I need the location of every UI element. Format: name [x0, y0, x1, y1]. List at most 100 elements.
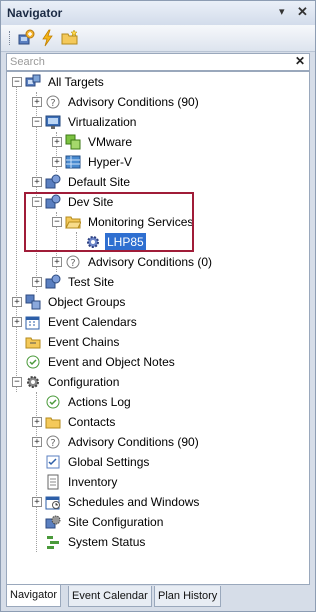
expand-toggle[interactable]: + [32, 437, 42, 447]
tree-item-schedules-windows[interactable]: + Schedules and Windows [7, 492, 307, 512]
tree-item-label: Site Configuration [68, 515, 164, 529]
tree-item-contacts[interactable]: + Contacts [7, 412, 307, 432]
schedule-icon [45, 496, 60, 510]
expand-toggle[interactable]: + [52, 137, 62, 147]
tree-item-monitoring-services[interactable]: − Monitoring Services [7, 212, 307, 232]
pin-icon[interactable]: ▾ [279, 5, 285, 18]
site-configuration-icon [45, 515, 61, 529]
expand-toggle[interactable]: + [52, 157, 62, 167]
folder-open-icon [65, 216, 81, 229]
folder-new-icon[interactable] [61, 29, 79, 47]
tree-item-advisory-conditions[interactable]: + ? Advisory Conditions (90) [7, 92, 307, 112]
navigator-panel: Navigator ▾ ✕ ✕ − [0, 0, 316, 612]
tree-item-event-calendars[interactable]: + Event Calendars [7, 312, 307, 332]
tree-item-label: Event Chains [48, 335, 120, 349]
collapse-toggle[interactable]: − [52, 217, 62, 227]
tree-item-label: Advisory Conditions (90) [68, 435, 199, 449]
site-icon [45, 274, 61, 289]
tree-item-label: Global Settings [68, 455, 150, 469]
tree-item-label: Actions Log [68, 395, 131, 409]
expand-toggle[interactable]: + [12, 297, 22, 307]
tree-item-advisory-conditions-dev[interactable]: + ? Advisory Conditions (0) [7, 252, 307, 272]
panel-title: Navigator [7, 6, 63, 20]
notes-icon [26, 355, 40, 369]
tree-item-inventory[interactable]: Inventory [7, 472, 307, 492]
collapse-toggle[interactable]: − [32, 197, 42, 207]
tree-item-all-targets[interactable]: − All Targets [7, 72, 307, 92]
tree-item-event-chains[interactable]: Event Chains [7, 332, 307, 352]
hyperv-icon [65, 155, 81, 169]
expand-toggle[interactable]: + [32, 177, 42, 187]
expand-toggle[interactable]: + [12, 317, 22, 327]
expand-toggle[interactable]: + [32, 497, 42, 507]
vmware-icon [65, 134, 81, 150]
targets-icon [25, 74, 41, 87]
tree-item-label: Virtualization [68, 115, 137, 129]
tree-item-label: Hyper-V [88, 155, 133, 169]
tab-plan-history[interactable]: Plan History [154, 586, 222, 607]
tree-item-dev-site[interactable]: − Dev Site [7, 192, 307, 212]
navigator-tree: − All Targets + ? Advisory Conditions (9… [6, 71, 310, 585]
tree-item-vmware[interactable]: + VMware [7, 132, 307, 152]
tree-item-label: Schedules and Windows [68, 495, 200, 509]
collapse-toggle[interactable]: − [12, 77, 22, 87]
tree-item-label: VMware [88, 135, 133, 149]
advisory-icon: ? [46, 435, 60, 449]
tree-item-label: System Status [68, 535, 146, 549]
svg-text:?: ? [50, 438, 55, 449]
tree-item-test-site[interactable]: + Test Site [7, 272, 307, 292]
tree-item-label: Default Site [68, 175, 131, 189]
tree-item-configuration[interactable]: − Configuration [7, 372, 307, 392]
tree-item-hyperv[interactable]: + Hyper-V [7, 152, 307, 172]
tree-item-virtualization[interactable]: − Virtualization [7, 112, 307, 132]
collapse-toggle[interactable]: − [12, 377, 22, 387]
event-chains-icon [25, 337, 41, 349]
tree-item-label: Contacts [68, 415, 116, 429]
clear-x-icon[interactable]: ✕ [295, 54, 305, 68]
close-icon[interactable]: ✕ [297, 4, 308, 20]
advisory-icon: ? [46, 95, 60, 109]
search-box: ✕ [6, 53, 310, 71]
expand-toggle[interactable]: + [52, 257, 62, 267]
tree-item-default-site[interactable]: + Default Site [7, 172, 307, 192]
tree-item-object-groups[interactable]: + Object Groups [7, 292, 307, 312]
svg-text:?: ? [70, 258, 75, 269]
tree-item-global-settings[interactable]: Global Settings [7, 452, 307, 472]
expand-toggle[interactable]: + [32, 417, 42, 427]
tree-item-label: Configuration [48, 375, 120, 389]
tab-event-calendar[interactable]: Event Calendar [68, 586, 152, 607]
tree-item-site-configuration[interactable]: Site Configuration [7, 512, 307, 532]
tree-item-system-status[interactable]: System Status [7, 532, 307, 552]
site-icon [45, 174, 61, 189]
toolbar-grip [9, 31, 12, 45]
tree-item-label: Dev Site [68, 195, 114, 209]
tree-item-label: Test Site [68, 275, 115, 289]
monitor-icon [45, 115, 61, 129]
calendar-icon [25, 316, 40, 330]
lightning-icon[interactable] [39, 29, 57, 47]
tree-item-label: Event Calendars [48, 315, 137, 329]
gear-icon [87, 236, 99, 248]
tree-item-label-selected: LHP85 [105, 233, 146, 251]
tree-item-label: Object Groups [48, 295, 126, 309]
site-icon [45, 194, 61, 209]
system-status-icon [47, 536, 59, 549]
collapse-toggle[interactable]: − [32, 117, 42, 127]
tree-item-label: Advisory Conditions (90) [68, 95, 199, 109]
tree-item-advisory-conditions-config[interactable]: + ? Advisory Conditions (90) [7, 432, 307, 452]
tree-item-actions-log[interactable]: Actions Log [7, 392, 307, 412]
tab-navigator[interactable]: Navigator [6, 585, 62, 607]
search-input[interactable] [10, 54, 285, 70]
tree-item-label: All Targets [48, 75, 104, 89]
tree-item-label: Inventory [68, 475, 118, 489]
tree-item-event-object-notes[interactable]: Event and Object Notes [7, 352, 307, 372]
expand-toggle[interactable]: + [32, 277, 42, 287]
inventory-icon [47, 474, 59, 490]
tree-item-lhp85[interactable]: LHP85 [7, 232, 307, 252]
configuration-icon [27, 376, 39, 388]
add-target-icon[interactable] [17, 29, 35, 47]
tree-item-label: Monitoring Services [88, 215, 194, 229]
actions-log-icon [46, 395, 60, 409]
advisory-icon: ? [66, 255, 80, 269]
expand-toggle[interactable]: + [32, 97, 42, 107]
